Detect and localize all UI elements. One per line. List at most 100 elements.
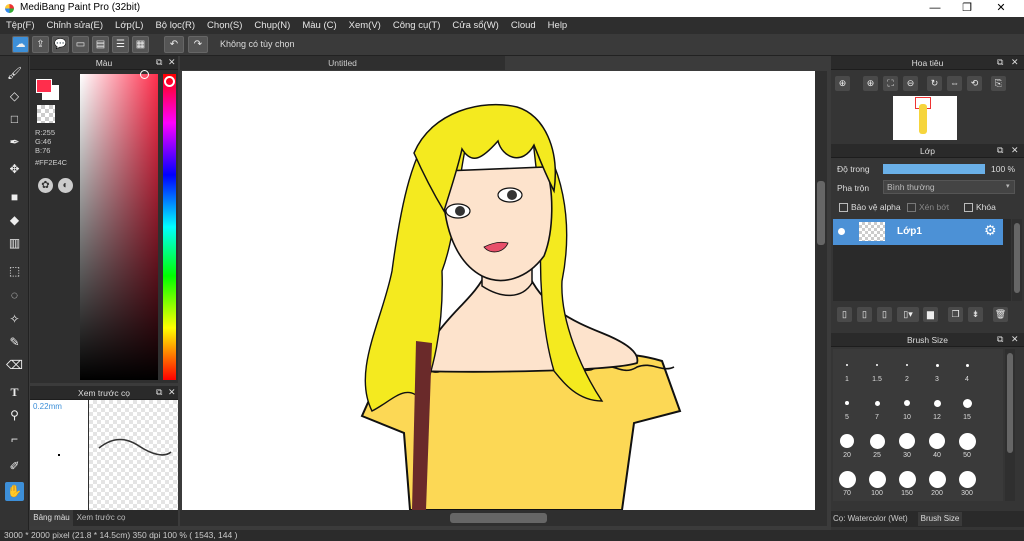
minimize-button[interactable]: —: [918, 0, 952, 17]
rectangle-icon[interactable]: □: [5, 110, 24, 129]
page-icon[interactable]: ▤: [92, 36, 109, 53]
brush-size-option[interactable]: [840, 434, 854, 448]
add-layer-menu-icon[interactable]: ▯▾: [897, 307, 919, 322]
brush-size-option[interactable]: [899, 433, 915, 449]
menu-tools[interactable]: Công cụ(T): [393, 20, 441, 31]
grid-icon[interactable]: ▦: [132, 36, 149, 53]
menu-file[interactable]: Tệp(F): [6, 20, 35, 31]
dropper-icon[interactable]: ⌐: [5, 430, 24, 449]
brush-size-option[interactable]: [874, 400, 880, 406]
brush-size-option[interactable]: [876, 364, 878, 366]
flip-icon[interactable]: ⇔: [947, 76, 962, 91]
fill-rect-icon[interactable]: ■: [5, 188, 24, 207]
pipette-icon[interactable]: ✐: [5, 457, 24, 476]
move-icon[interactable]: ✥: [5, 160, 24, 179]
menu-help[interactable]: Help: [548, 20, 568, 31]
layer-visibility-icon[interactable]: [838, 228, 845, 235]
vertical-scrollbar[interactable]: [815, 71, 827, 510]
brush-size-option[interactable]: [935, 363, 939, 367]
float-panel-icon[interactable]: ⧉: [997, 145, 1003, 156]
hue-slider-handle[interactable]: [164, 76, 175, 87]
float-panel-icon[interactable]: ⧉: [997, 334, 1003, 345]
export-icon[interactable]: ⇪: [32, 36, 49, 53]
speech-bubble-icon[interactable]: 💬: [52, 36, 69, 53]
duplicate-layer-icon[interactable]: ❐: [948, 307, 963, 322]
menu-edit[interactable]: Chỉnh sửa(E): [47, 20, 104, 31]
redo-icon[interactable]: ↷: [188, 36, 208, 53]
layer-settings-gear-icon[interactable]: ⚙: [984, 222, 997, 239]
brush-size-option[interactable]: [958, 432, 976, 450]
menu-view[interactable]: Xem(V): [349, 20, 381, 31]
close-panel-icon[interactable]: ✕: [168, 57, 176, 68]
foreground-color-swatch[interactable]: [36, 79, 52, 93]
tab-brush-size[interactable]: Brush Size: [918, 512, 962, 526]
cloud-icon[interactable]: ☁: [12, 36, 29, 53]
hand-icon[interactable]: ✋: [5, 482, 24, 501]
folder-icon[interactable]: ▆: [923, 307, 938, 322]
reset-rotation-icon[interactable]: ⟲: [967, 76, 982, 91]
brush-size-option[interactable]: [965, 363, 969, 367]
lock-checkbox[interactable]: [964, 203, 973, 212]
select-pen-icon[interactable]: ✎: [5, 333, 24, 352]
close-panel-icon[interactable]: ✕: [168, 387, 176, 398]
layer-list-scrollbar[interactable]: [1012, 219, 1022, 301]
new-layer-icon[interactable]: ▯: [837, 307, 852, 322]
close-panel-icon[interactable]: ✕: [1011, 145, 1019, 156]
eraser-icon[interactable]: ◇: [5, 87, 24, 106]
new-8bit-layer-icon[interactable]: ▯: [877, 307, 892, 322]
layer-list-scroll-thumb[interactable]: [1014, 223, 1020, 293]
brush-size-option[interactable]: [838, 470, 856, 488]
maximize-button[interactable]: ❐: [950, 0, 984, 17]
brush-size-option[interactable]: [868, 470, 886, 488]
menu-layer[interactable]: Lớp(L): [115, 20, 143, 31]
hue-slider[interactable]: [163, 74, 176, 380]
clipping-checkbox[interactable]: [907, 203, 916, 212]
brush-size-option[interactable]: [929, 433, 945, 449]
lock-view-icon[interactable]: ⎘: [991, 76, 1006, 91]
rotate-icon[interactable]: ↻: [927, 76, 942, 91]
navigator-thumbnail[interactable]: [893, 96, 957, 140]
brush-size-option[interactable]: [898, 470, 916, 488]
blend-mode-select[interactable]: Bình thường ▾: [883, 180, 1015, 194]
delete-layer-icon[interactable]: 🗑: [993, 307, 1008, 322]
horizontal-scroll-thumb[interactable]: [450, 513, 547, 523]
undo-icon[interactable]: ↶: [164, 36, 184, 53]
brush-size-scroll-thumb[interactable]: [1007, 353, 1013, 453]
zoom-out-icon[interactable]: ⊖: [903, 76, 918, 91]
menu-cloud[interactable]: Cloud: [511, 20, 536, 31]
tab-brush[interactable]: Cọ: Watercolor (Wet): [833, 512, 917, 526]
menu-window[interactable]: Cửa sổ(W): [452, 20, 498, 31]
text-icon[interactable]: T: [5, 383, 24, 402]
select-rect-icon[interactable]: ⬚: [5, 262, 24, 281]
brush-size-option[interactable]: [904, 400, 910, 406]
vertical-scroll-thumb[interactable]: [817, 181, 825, 245]
horizontal-scrollbar[interactable]: [180, 510, 827, 526]
menu-filter[interactable]: Bộ lọc(R): [155, 20, 195, 31]
layer-row[interactable]: Lớp1 ⚙: [833, 219, 1003, 245]
brush-size-scrollbar[interactable]: [1005, 349, 1015, 501]
tab-document[interactable]: Untitled: [180, 56, 505, 70]
transparent-color-swatch[interactable]: [37, 105, 55, 123]
gradient-icon[interactable]: ▥: [5, 234, 24, 253]
brush-icon[interactable]: 🖌: [5, 64, 24, 83]
layer-name[interactable]: Lớp1: [897, 226, 922, 237]
new-halftone-layer-icon[interactable]: ▯: [857, 307, 872, 322]
lasso-icon[interactable]: ◌: [5, 286, 24, 305]
close-button[interactable]: ✕: [984, 0, 1018, 17]
zoom-in-alt-icon[interactable]: ⊕: [863, 76, 878, 91]
operation-icon[interactable]: ⚲: [5, 406, 24, 425]
close-panel-icon[interactable]: ✕: [1011, 334, 1019, 345]
float-panel-icon[interactable]: ⧉: [156, 57, 162, 68]
saturation-value-picker[interactable]: [80, 70, 158, 380]
select-eraser-icon[interactable]: ⌫: [5, 356, 24, 375]
brush-size-option[interactable]: [962, 398, 972, 408]
brush-size-option[interactable]: [958, 470, 976, 488]
menu-color[interactable]: Màu (C): [302, 20, 336, 31]
brush-size-option[interactable]: [933, 399, 941, 407]
tab-brush-preview[interactable]: Xem trước cọ: [74, 510, 128, 526]
pen-icon[interactable]: ✒: [5, 133, 24, 152]
fit-icon[interactable]: ⛶: [883, 76, 898, 91]
menu-select[interactable]: Chọn(S): [207, 20, 242, 31]
protect-alpha-checkbox[interactable]: [839, 203, 848, 212]
bucket-icon[interactable]: ◆: [5, 211, 24, 230]
